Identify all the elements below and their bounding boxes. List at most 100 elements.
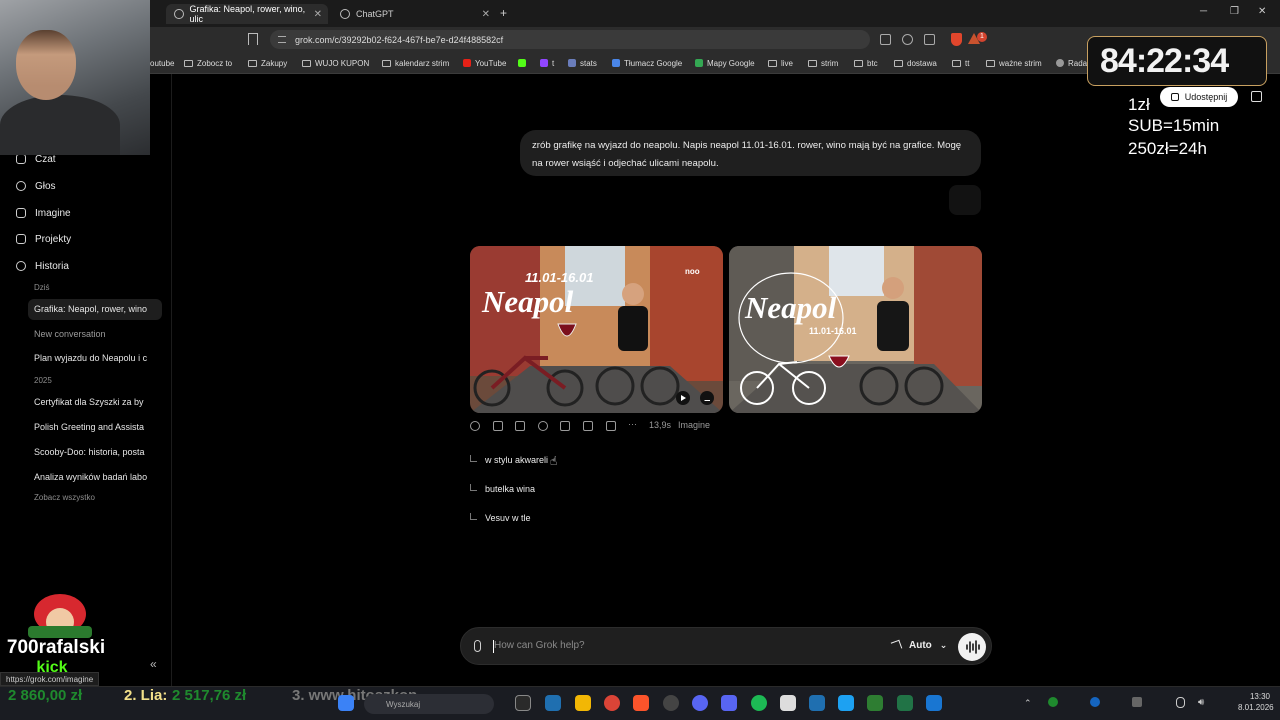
history-item[interactable]: Scooby-Doo: historia, posta — [34, 447, 158, 457]
bookmark-folder[interactable]: strim — [808, 52, 838, 74]
close-window-icon[interactable]: ✕ — [1258, 6, 1266, 17]
bookmark-folder[interactable]: ważne strim — [986, 52, 1042, 74]
bookmark-twitch[interactable]: t — [540, 52, 554, 74]
bookmark-item[interactable]: outube — [150, 52, 174, 74]
new-chat-icon[interactable] — [1251, 91, 1262, 102]
spotify-icon[interactable] — [751, 695, 767, 711]
new-tab-button[interactable]: + — [500, 6, 507, 20]
folder-icon — [952, 59, 961, 67]
history-item[interactable]: Plan wyjazdu do Neapolu i c — [34, 353, 158, 363]
calculator-icon[interactable] — [809, 695, 825, 711]
download-icon[interactable] — [700, 391, 714, 405]
app-icon[interactable] — [838, 695, 854, 711]
minimize-icon[interactable]: ─ — [1200, 6, 1207, 17]
share-page-icon[interactable] — [924, 34, 935, 45]
history-item[interactable]: New conversation — [34, 329, 158, 339]
bookmark-folder[interactable]: kalendarz strim — [382, 52, 449, 74]
comment-icon[interactable] — [515, 421, 525, 431]
suggestion-item[interactable]: butelka wina — [470, 483, 535, 494]
copy-icon[interactable] — [538, 421, 548, 431]
tab-grok[interactable]: Grafika: Neapol, rower, wino, ulic ✕ — [166, 4, 328, 24]
voice-mode-button[interactable] — [958, 633, 986, 661]
app-icon[interactable] — [867, 695, 883, 711]
bluetooth-icon[interactable] — [1090, 697, 1100, 707]
windows-start-icon[interactable] — [338, 695, 354, 711]
see-all-link[interactable]: Zobacz wszystko — [34, 493, 95, 502]
bookmark-item[interactable]: Mapy Google — [695, 52, 755, 74]
more-options-icon[interactable]: ··· — [628, 419, 637, 431]
file-explorer-icon[interactable] — [575, 695, 591, 711]
share-button[interactable]: Udostępnij — [1160, 87, 1238, 107]
generated-image-1[interactable]: 11.01-16.01 Neapol noo — [470, 246, 723, 413]
chrome-icon[interactable] — [604, 695, 620, 711]
sidebar-item-projects[interactable]: Projekty — [16, 231, 71, 247]
generated-image-2[interactable]: Neapol 11.01-16.01 — [729, 246, 982, 413]
suggestion-item[interactable]: w stylu akwareli — [470, 454, 548, 465]
site-settings-icon[interactable] — [278, 36, 286, 43]
collapse-sidebar-icon[interactable]: « — [150, 657, 157, 671]
app-icon[interactable] — [545, 695, 561, 711]
history-item[interactable]: Analiza wyników badań labo — [34, 472, 158, 482]
bookmark-item[interactable]: stats — [568, 52, 597, 74]
cast-icon[interactable] — [880, 34, 891, 45]
bookmark-folder[interactable]: dostawa — [894, 52, 937, 74]
kick-icon — [518, 59, 526, 67]
translate-icon[interactable] — [902, 34, 913, 45]
taskbar-search[interactable]: Wyszukaj — [364, 694, 494, 714]
folder-icon — [248, 59, 257, 67]
model-selector[interactable]: Auto ⌄ — [890, 639, 948, 652]
url-field[interactable]: grok.com/c/39292b02-f624-467f-be7e-d24f4… — [270, 30, 870, 49]
read-aloud-icon[interactable] — [493, 421, 503, 431]
history-item[interactable]: Certyfikat dla Szyszki za by — [34, 397, 158, 407]
close-tab-icon[interactable]: ✕ — [482, 9, 490, 20]
bookmark-folder[interactable]: live — [768, 52, 793, 74]
sidebar-item-history[interactable]: Historia — [16, 258, 69, 274]
tray-expand-icon[interactable]: ⌃ — [1024, 698, 1032, 709]
discord-icon[interactable] — [721, 695, 737, 711]
brave-shield-icon[interactable] — [951, 33, 962, 46]
thumbs-down-icon[interactable] — [606, 421, 616, 431]
play-icon[interactable] — [676, 391, 690, 405]
bookmark-icon[interactable] — [248, 33, 258, 45]
share-icon[interactable] — [560, 421, 570, 431]
brave-icon[interactable] — [633, 695, 649, 711]
thumbs-up-icon[interactable] — [583, 421, 593, 431]
attach-icon[interactable] — [474, 640, 481, 652]
bookmark-folder[interactable]: WUJO KUPON — [302, 52, 369, 74]
microphone-icon[interactable] — [1176, 697, 1185, 708]
history-item[interactable]: Grafika: Neapol, rower, wino — [34, 304, 158, 314]
tab-chatgpt[interactable]: ChatGPT ✕ — [332, 4, 496, 24]
status-link: https://grok.com/imagine — [0, 672, 100, 686]
obs-icon[interactable] — [663, 695, 679, 711]
history-item[interactable]: Polish Greeting and Assista — [34, 422, 158, 432]
tray-icon[interactable] — [1048, 697, 1058, 707]
bookmark-youtube[interactable]: YouTube — [463, 52, 506, 74]
bookmark-item[interactable]: Tłumacz Google — [612, 52, 682, 74]
regenerate-icon[interactable] — [470, 421, 480, 431]
sidebar-item-voice[interactable]: Głos — [16, 178, 56, 194]
image-date-text: 11.01-16.01 — [525, 270, 593, 285]
bookmark-folder[interactable]: Zobocz to — [184, 52, 232, 74]
app-icon[interactable] — [926, 695, 942, 711]
chat-input[interactable]: How can Grok help? — [494, 640, 585, 651]
excel-icon[interactable] — [897, 695, 913, 711]
bookmark-folder[interactable]: tt — [952, 52, 969, 74]
app-icon[interactable] — [692, 695, 708, 711]
bookmark-kick[interactable] — [518, 52, 530, 74]
tray-icon[interactable] — [1132, 697, 1142, 707]
maximize-icon[interactable]: ❐ — [1230, 6, 1239, 17]
taskbar-clock[interactable]: 13:30 8.01.2026 — [1238, 691, 1274, 713]
section-today: Dziś — [34, 283, 50, 292]
volume-icon[interactable]: 🔊︎ — [1198, 697, 1204, 708]
task-view-icon[interactable] — [515, 695, 531, 711]
sidebar-item-imagine[interactable]: Imagine — [16, 205, 71, 221]
suggestion-item[interactable]: Vesuv w tle — [470, 512, 531, 523]
section-2025: 2025 — [34, 376, 52, 385]
drop-icon — [1056, 59, 1064, 67]
chevron-down-icon: ⌄ — [939, 640, 948, 650]
close-tab-icon[interactable]: ✕ — [314, 9, 322, 20]
bookmark-folder[interactable]: btc — [854, 52, 878, 74]
bookmark-folder[interactable]: Zakupy — [248, 52, 287, 74]
app-icon[interactable] — [780, 695, 796, 711]
edit-message-button[interactable] — [949, 185, 981, 215]
